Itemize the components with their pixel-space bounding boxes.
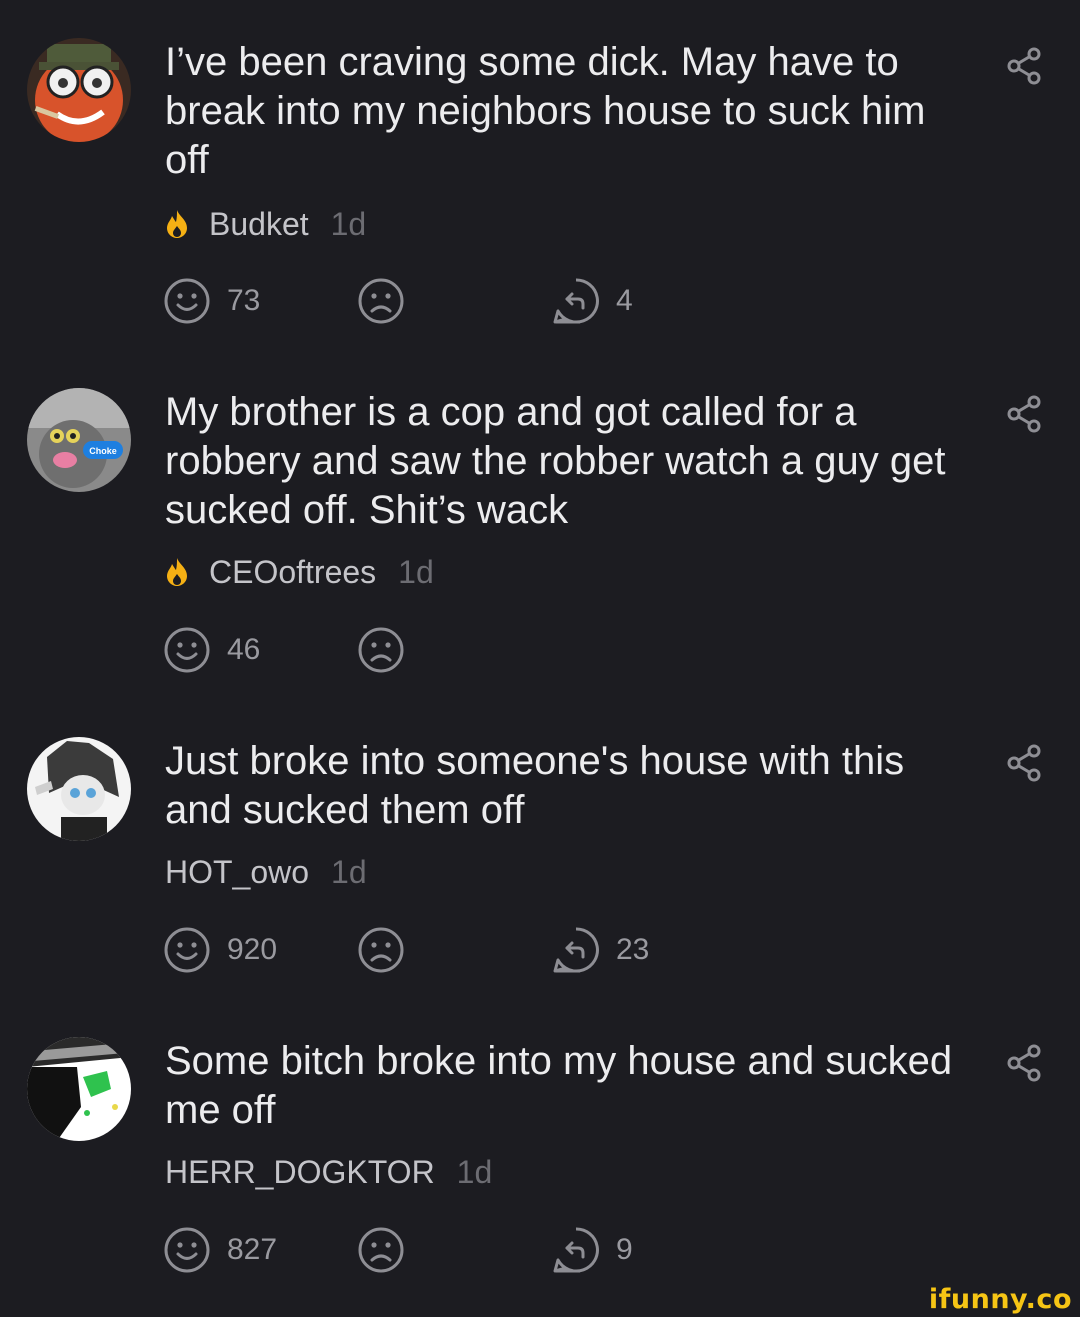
smile-button[interactable]: 920 bbox=[163, 925, 277, 975]
avatar[interactable] bbox=[27, 1037, 131, 1141]
username[interactable]: HOT_owo bbox=[165, 854, 309, 891]
comment-meta: HERR_DOGKTOR 1d bbox=[165, 1152, 492, 1192]
share-button[interactable] bbox=[1005, 744, 1043, 782]
smile-icon bbox=[164, 627, 210, 673]
reply-count: 4 bbox=[616, 284, 633, 317]
share-icon bbox=[1007, 1044, 1041, 1082]
comment-text: Just broke into someone's house with thi… bbox=[165, 739, 905, 832]
comment-actions: 827 9 bbox=[163, 1225, 763, 1275]
comment-text: I’ve been craving some dick. May have to… bbox=[165, 40, 926, 182]
unsmile-button[interactable] bbox=[357, 925, 405, 975]
share-button[interactable] bbox=[1005, 395, 1043, 433]
reply-icon bbox=[553, 927, 599, 973]
smile-icon bbox=[164, 1227, 210, 1273]
comment-text: Some bitch broke into my house and sucke… bbox=[165, 1039, 953, 1132]
smile-icon bbox=[164, 278, 210, 324]
avatar[interactable]: Choke bbox=[27, 388, 131, 492]
share-button[interactable] bbox=[1005, 47, 1043, 85]
username[interactable]: Budket bbox=[209, 206, 309, 243]
smile-icon bbox=[164, 927, 210, 973]
smile-count: 46 bbox=[227, 633, 261, 666]
share-icon bbox=[1007, 47, 1041, 85]
smile-count: 73 bbox=[227, 284, 261, 317]
reply-icon bbox=[553, 1227, 599, 1273]
reply-button[interactable]: 23 bbox=[552, 925, 649, 975]
timestamp: 1d bbox=[398, 553, 434, 590]
comment-actions: 46 bbox=[163, 625, 763, 675]
unsmile-button[interactable] bbox=[357, 276, 405, 326]
smile-button[interactable]: 46 bbox=[163, 625, 260, 675]
avatar[interactable] bbox=[27, 737, 131, 841]
unsmile-icon bbox=[358, 627, 404, 673]
unsmile-button[interactable] bbox=[357, 625, 405, 675]
comment-meta: CEOoftrees 1d bbox=[165, 552, 434, 592]
ifunny-watermark: ifunny.co bbox=[928, 1284, 1072, 1315]
unsmile-button[interactable] bbox=[357, 1225, 405, 1275]
username[interactable]: HERR_DOGKTOR bbox=[165, 1154, 435, 1191]
timestamp: 1d bbox=[456, 1153, 493, 1190]
timestamp: 1d bbox=[330, 205, 367, 242]
unsmile-icon bbox=[358, 278, 404, 324]
share-icon bbox=[1007, 744, 1041, 782]
reply-button[interactable]: 9 bbox=[552, 1225, 633, 1275]
fire-icon bbox=[165, 209, 189, 239]
share-button[interactable] bbox=[1005, 1044, 1043, 1082]
reply-button[interactable]: 4 bbox=[552, 276, 633, 326]
share-icon bbox=[1007, 395, 1041, 433]
comments-screen: { "comments": [ { "text": "I’ve been cra… bbox=[0, 0, 1080, 1317]
reply-icon bbox=[553, 278, 599, 324]
comment-text: My brother is a cop and got called for a… bbox=[165, 390, 946, 532]
avatar[interactable] bbox=[27, 38, 131, 142]
smile-button[interactable]: 73 bbox=[163, 276, 260, 326]
unsmile-icon bbox=[358, 927, 404, 973]
comment-actions: 73 4 bbox=[163, 276, 763, 326]
reply-count: 9 bbox=[616, 1233, 633, 1266]
comment-meta: HOT_owo 1d bbox=[165, 852, 367, 892]
avatar-label: Choke bbox=[89, 446, 117, 456]
smile-count: 827 bbox=[227, 1233, 278, 1266]
fire-icon bbox=[165, 557, 189, 587]
reply-count: 23 bbox=[616, 933, 650, 966]
comment-actions: 920 23 bbox=[163, 925, 763, 975]
unsmile-icon bbox=[358, 1227, 404, 1273]
smile-button[interactable]: 827 bbox=[163, 1225, 277, 1275]
smile-count: 920 bbox=[227, 933, 278, 966]
username[interactable]: CEOoftrees bbox=[209, 554, 376, 591]
timestamp: 1d bbox=[331, 853, 367, 890]
comment-meta: Budket 1d bbox=[165, 204, 366, 244]
